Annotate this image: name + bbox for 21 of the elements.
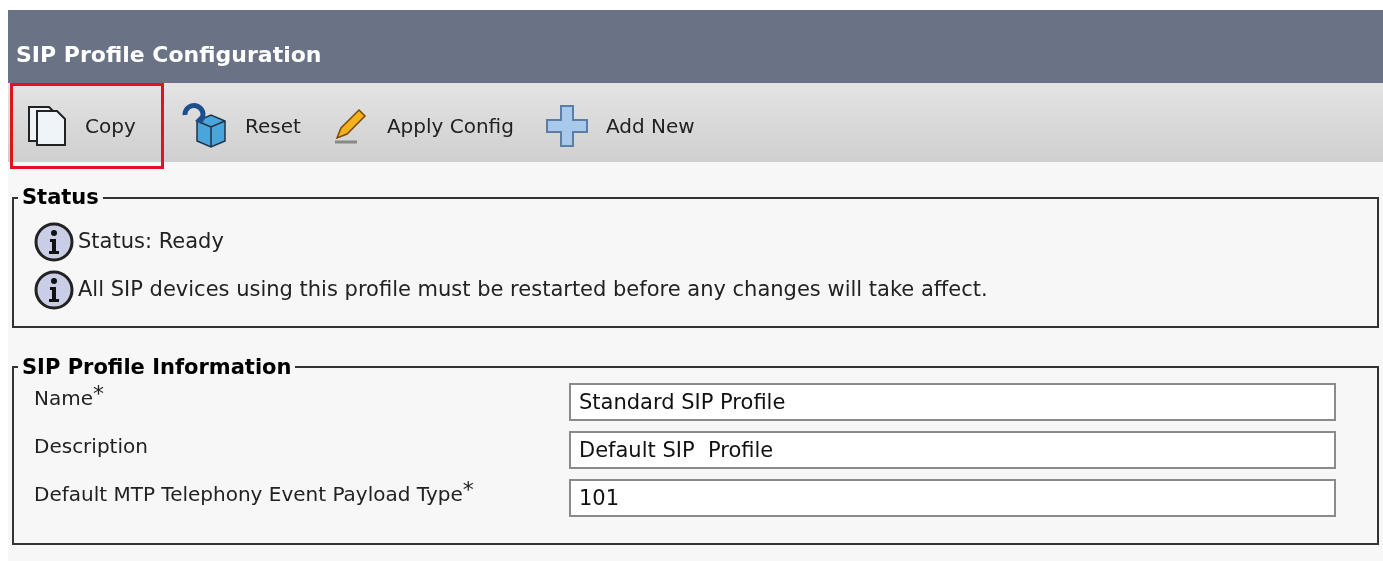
status-message: Status: Ready bbox=[78, 227, 224, 255]
page-title: SIP Profile Configuration bbox=[16, 41, 322, 69]
toolbar-button[interactable]: Reset bbox=[164, 83, 316, 169]
text-field[interactable]: 101 bbox=[569, 479, 1336, 517]
status-message: All SIP devices using this profile must be restarted before any changes will take affect. bbox=[78, 275, 988, 303]
required-asterisk: * bbox=[462, 479, 474, 501]
field-label: Description bbox=[34, 433, 148, 460]
pages-icon bbox=[25, 103, 69, 149]
text-field[interactable]: Standard SIP Profile bbox=[569, 383, 1336, 421]
info-icon bbox=[34, 221, 74, 262]
field-label: Default MTP Telephony Event Payload Type bbox=[34, 482, 463, 508]
toolbar-button[interactable]: Apply Config bbox=[315, 83, 529, 169]
section-title: SIP Profile Information bbox=[21, 353, 293, 381]
field-label: Name bbox=[34, 385, 93, 412]
toolbar-button[interactable]: Add New bbox=[528, 83, 710, 169]
text-field[interactable]: Default SIP Profile bbox=[569, 431, 1336, 469]
toolbar-button[interactable]: Copy bbox=[10, 83, 164, 169]
plus-icon bbox=[543, 103, 590, 149]
required-asterisk: * bbox=[93, 383, 104, 405]
section-title: Status bbox=[21, 184, 100, 211]
info-icon bbox=[34, 269, 74, 310]
